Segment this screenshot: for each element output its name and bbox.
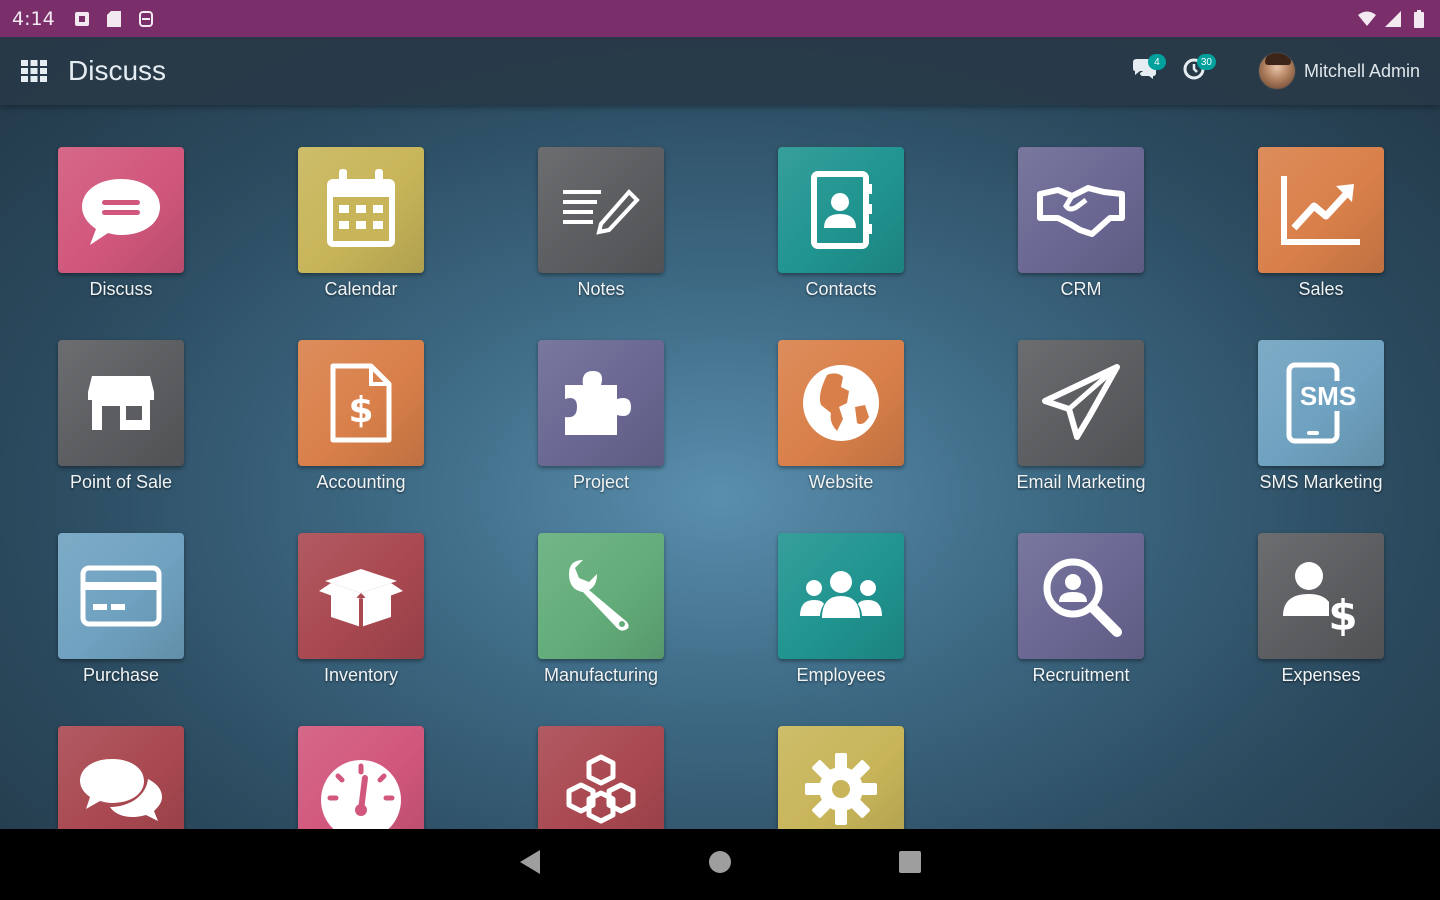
home-button[interactable]: [690, 835, 750, 895]
odoo-app: Discuss 4 30 Mitchell Admin Discuss Cale…: [0, 37, 1440, 829]
svg-text:$: $: [1328, 591, 1357, 636]
status-icons-right: [1358, 9, 1428, 28]
page-title: Discuss: [68, 55, 167, 86]
app-tile-crm[interactable]: CRM: [991, 147, 1171, 307]
avatar: [1257, 52, 1296, 90]
credit-card-icon: [58, 533, 184, 659]
app-label: Notes: [577, 279, 625, 299]
app-tile-settings[interactable]: [751, 726, 931, 829]
dashboard-gauge-icon: [298, 726, 424, 829]
app-tile-point-of-sale[interactable]: Point of Sale: [31, 340, 211, 500]
app-label: Inventory: [323, 665, 399, 685]
app-tile-purchase[interactable]: Purchase: [31, 533, 211, 693]
svg-text:SMS: SMS: [1300, 381, 1356, 411]
app-label: Purchase: [82, 665, 160, 685]
globe-icon: [778, 340, 904, 466]
svg-text:$: $: [348, 390, 373, 431]
app-label: CRM: [1060, 279, 1102, 299]
people-group-icon: [778, 533, 904, 659]
notification-icon: [73, 10, 91, 28]
app-label: Manufacturing: [543, 665, 659, 685]
address-book-icon: [778, 147, 904, 273]
sms-phone-icon: SMS: [1258, 340, 1384, 466]
app-tile-apps[interactable]: [511, 726, 691, 829]
app-tile-discuss[interactable]: Discuss: [31, 147, 211, 307]
user-name: Mitchell Admin: [1303, 60, 1420, 81]
invoice-dollar-icon: $: [298, 340, 424, 466]
live-chat-icon: [58, 726, 184, 829]
cell-signal-icon: [1384, 10, 1402, 28]
app-label: Discuss: [89, 279, 153, 299]
app-label: SMS Marketing: [1259, 472, 1383, 492]
app-tile-accounting[interactable]: $ Accounting: [271, 340, 451, 500]
app-tile-project[interactable]: Project: [511, 340, 691, 500]
app-tile-sales[interactable]: Sales: [1231, 147, 1411, 307]
app-label: Project: [572, 472, 630, 492]
app-tile-sms-marketing[interactable]: SMS SMS Marketing: [1231, 340, 1411, 500]
magnifier-person-icon: [1018, 533, 1144, 659]
app-label: Email Marketing: [1016, 472, 1146, 492]
apps-grid-icon[interactable]: [20, 57, 48, 85]
app-tile-manufacturing[interactable]: Manufacturing: [511, 533, 691, 693]
messages-button[interactable]: 4: [1124, 51, 1166, 91]
app-tile-dashboards[interactable]: [271, 726, 451, 829]
app-tile-website[interactable]: Website: [751, 340, 931, 500]
app-label: Recruitment: [1032, 665, 1130, 685]
paper-plane-icon: [1018, 340, 1144, 466]
person-dollar-icon: $: [1258, 533, 1384, 659]
status-icons-left: [73, 10, 155, 28]
android-status-bar: 4:14: [0, 0, 1440, 37]
storefront-icon: [58, 340, 184, 466]
app-label: Employees: [796, 665, 886, 685]
app-label: Contacts: [805, 279, 877, 299]
app-tile-live-chat[interactable]: [31, 726, 211, 829]
top-navbar: Discuss 4 30 Mitchell Admin: [0, 37, 1440, 105]
back-button[interactable]: [500, 835, 560, 895]
home-icon: [708, 850, 732, 879]
messages-badge: 4: [1147, 54, 1166, 70]
user-menu[interactable]: Mitchell Admin: [1257, 52, 1420, 90]
app-label: Expenses: [1281, 665, 1361, 685]
handshake-icon: [1018, 147, 1144, 273]
sync-icon: [137, 10, 155, 28]
app-label: Calendar: [324, 279, 398, 299]
app-label: Accounting: [316, 472, 406, 492]
back-icon: [518, 849, 542, 880]
app-tile-inventory[interactable]: Inventory: [271, 533, 451, 693]
activities-button[interactable]: 30: [1174, 51, 1216, 91]
notes-pencil-icon: [538, 147, 664, 273]
trending-chart-icon: [1258, 147, 1384, 273]
app-tile-email-marketing[interactable]: Email Marketing: [991, 340, 1171, 500]
app-label: Point of Sale: [69, 472, 173, 492]
app-label: Sales: [1298, 279, 1344, 299]
wrench-icon: [538, 533, 664, 659]
cubes-icon: [538, 726, 664, 829]
app-tile-contacts[interactable]: Contacts: [751, 147, 931, 307]
systray: 4 30 Mitchell Admin: [1114, 51, 1420, 91]
android-nav-bar: [0, 829, 1440, 900]
app-tile-expenses[interactable]: $ Expenses: [1231, 533, 1411, 693]
recents-button[interactable]: [880, 835, 940, 895]
puzzle-icon: [538, 340, 664, 466]
battery-icon: [1410, 9, 1428, 28]
chat-bubble-icon: [58, 147, 184, 273]
sd-card-icon: [105, 10, 123, 28]
recents-icon: [899, 851, 921, 878]
app-tile-recruitment[interactable]: Recruitment: [991, 533, 1171, 693]
app-tile-calendar[interactable]: Calendar: [271, 147, 451, 307]
app-tile-notes[interactable]: Notes: [511, 147, 691, 307]
calendar-icon: [298, 147, 424, 273]
app-tile-employees[interactable]: Employees: [751, 533, 931, 693]
wifi-icon: [1358, 10, 1376, 28]
open-box-icon: [298, 533, 424, 659]
settings-gear-icon: [778, 726, 904, 829]
status-time: 4:14: [12, 7, 55, 30]
app-label: Website: [808, 472, 874, 492]
activities-badge: 30: [1196, 54, 1216, 70]
